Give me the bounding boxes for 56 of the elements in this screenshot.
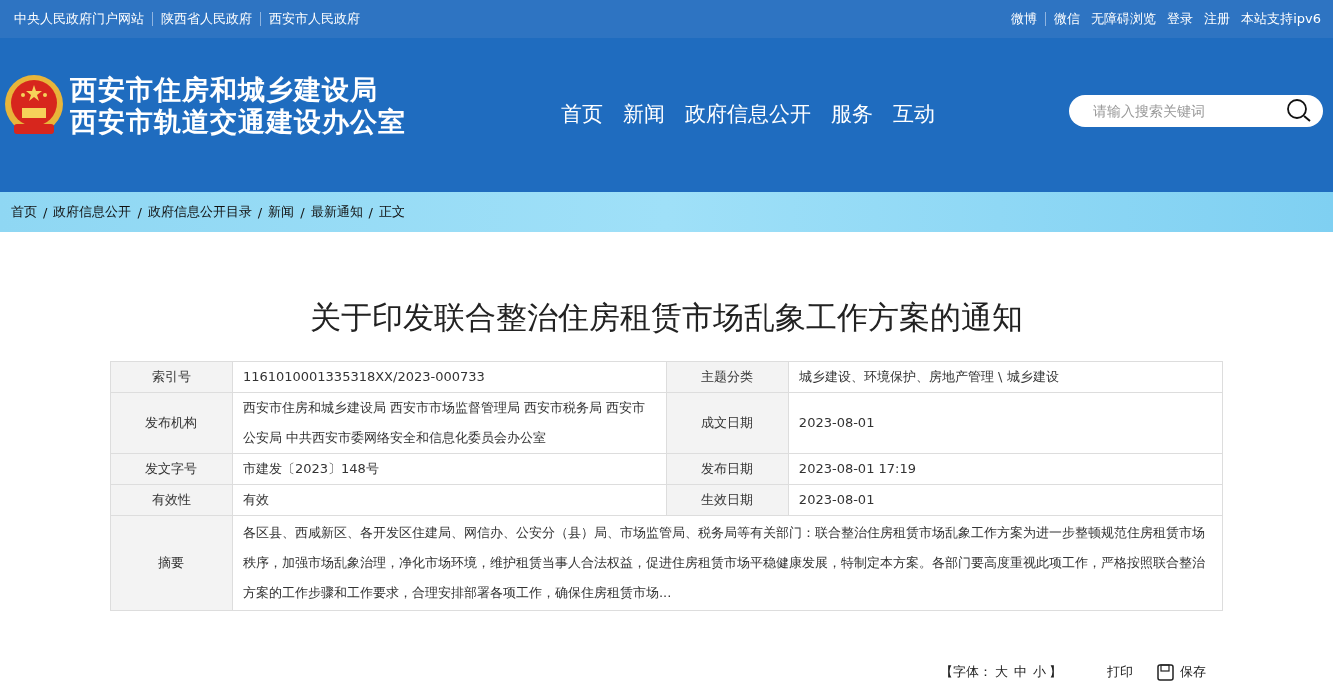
breadcrumb-link[interactable]: 正文 — [378, 203, 405, 221]
breadcrumb-link[interactable]: 新闻 — [268, 203, 295, 221]
breadcrumb-link[interactable]: 最新通知 — [310, 203, 363, 221]
breadcrumb-link[interactable]: 政府信息公开 — [53, 203, 132, 221]
breadcrumb-link[interactable]: 政府信息公开目录 — [147, 203, 252, 221]
field-label: 主题分类 — [666, 361, 789, 393]
top-link[interactable]: 本站支持ipv6 — [1241, 10, 1321, 28]
font-size-link[interactable]: 中 — [1014, 663, 1027, 681]
field-label: 成文日期 — [666, 392, 789, 454]
search-icon[interactable] — [1287, 99, 1313, 123]
field-value: 1161010001335318XX/2023-000733 — [232, 361, 667, 393]
font-size-label: 】 — [1049, 663, 1062, 681]
breadcrumb-separator: / — [368, 204, 373, 220]
top-link[interactable]: 微博 — [1011, 10, 1038, 28]
breadcrumb-separator: / — [257, 204, 263, 220]
field-label: 有效性 — [110, 484, 233, 516]
field-label: 发布机构 — [110, 392, 233, 454]
nav-link[interactable]: 互动 — [893, 100, 935, 128]
site-title: 西安市轨道交通建设办公室 — [70, 106, 406, 138]
save-icon[interactable] — [1157, 663, 1174, 681]
article-title: 关于印发联合整治住房租赁市场乱象工作方案的通知 — [309, 298, 1024, 337]
field-label: 生效日期 — [666, 484, 789, 516]
nav-link[interactable]: 服务 — [831, 100, 873, 128]
font-size-link[interactable]: 小 — [1033, 663, 1046, 681]
top-link[interactable]: 陕西省人民政府 — [161, 10, 252, 28]
top-link[interactable]: 无障碍浏览 — [1091, 10, 1157, 28]
field-label: 发布日期 — [666, 453, 789, 485]
field-label: 发文字号 — [110, 453, 233, 485]
font-size-label: 【字体： — [940, 663, 992, 681]
field-value: 2023-08-01 17:19 — [788, 453, 1223, 485]
field-value: 2023-08-01 — [788, 484, 1223, 516]
field-label: 摘要 — [110, 515, 233, 611]
field-value: 西安市住房和城乡建设局 西安市市场监督管理局 西安市税务局 西安市公安局 中共西安市委网络安全和信息化委员会办公室 — [232, 392, 667, 454]
field-value: 2023-08-01 — [788, 392, 1223, 454]
breadcrumb-separator: / — [43, 204, 48, 220]
nav-link[interactable]: 政府信息公开 — [685, 100, 811, 128]
breadcrumb-separator: / — [137, 204, 142, 220]
top-link[interactable]: 西安市人民政府 — [269, 10, 360, 28]
top-link[interactable]: 登录 — [1167, 10, 1194, 28]
top-link[interactable]: 微信 — [1054, 10, 1081, 28]
field-label: 索引号 — [110, 361, 233, 393]
top-link[interactable]: 中央人民政府门户网站 — [14, 10, 144, 28]
field-value: 城乡建设、环境保护、房地产管理 \ 城乡建设 — [788, 361, 1223, 393]
print-link[interactable]: 打印 — [1107, 663, 1133, 681]
site-title: 西安市住房和城乡建设局 — [70, 74, 379, 106]
font-size-link[interactable]: 大 — [995, 663, 1008, 681]
breadcrumb-separator: / — [300, 204, 305, 220]
abstract-text: 各区县、西咸新区、各开发区住建局、网信办、公安分（县）局、市场监管局、税务局等有关部门：联合整治住房租赁市场乱象工作方案为进一步整顿规范住房租赁市场秩序，加强市场乱象治理，净化市场环境，维护租赁当事人合法权益，促进住房租赁市场平稳健康发展，特制定本方案。各部门要高度重视此项工作，严格按照联合整治方案的工作步骤和工作要求，合理安排部署各项工作，确保住房租赁市场... — [232, 515, 1223, 611]
nav-link[interactable]: 首页 — [561, 100, 603, 128]
field-value: 市建发〔2023〕148号 — [232, 453, 667, 485]
save-link[interactable]: 保存 — [1180, 663, 1206, 681]
field-value: 有效 — [232, 484, 667, 516]
nav-link[interactable]: 新闻 — [623, 100, 665, 128]
search-box[interactable]: 请输入搜索关键词 — [1069, 95, 1323, 127]
breadcrumb-link[interactable]: 首页 — [11, 203, 37, 221]
top-link[interactable]: 注册 — [1204, 10, 1231, 28]
